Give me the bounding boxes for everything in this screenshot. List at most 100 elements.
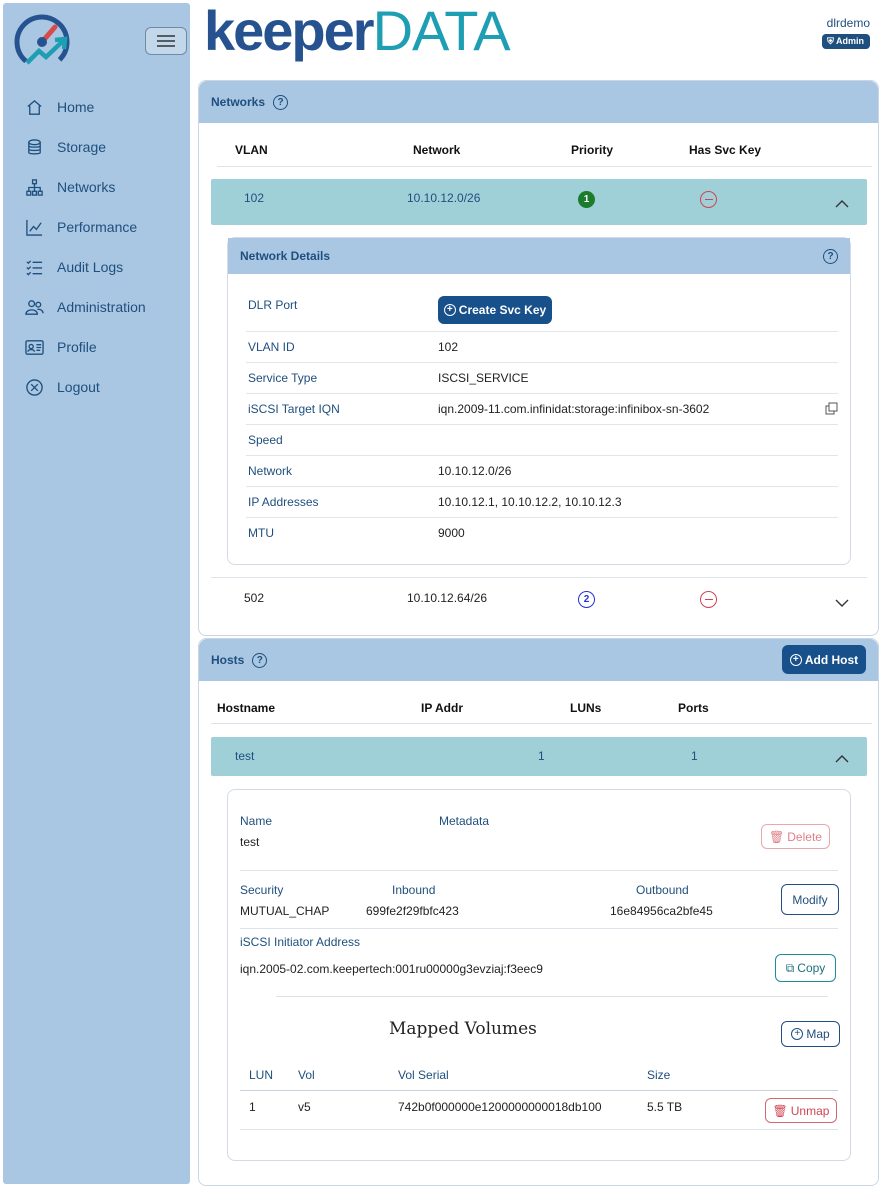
detail-value: 10.10.12.1, 10.10.12.2, 10.10.12.3 — [438, 495, 622, 509]
divider — [240, 928, 838, 929]
volume-name: v5 — [298, 1100, 311, 1114]
sidebar-item-label: Performance — [57, 219, 138, 235]
sidebar-item-logout[interactable]: Logout — [3, 367, 190, 407]
luns-cell: 1 — [538, 749, 545, 763]
col-hostname[interactable]: Hostname — [217, 701, 275, 715]
brand-part1: keeper — [204, 0, 375, 62]
hostname-cell: test — [235, 749, 255, 763]
sidebar-item-label: Administration — [57, 299, 146, 315]
priority-badge: 2 — [578, 591, 595, 608]
hosts-panel: Hosts ? + Add Host Hostname IP Addr LUNs … — [198, 638, 879, 1186]
list-check-icon — [23, 257, 45, 277]
add-host-button[interactable]: + Add Host — [782, 645, 866, 674]
home-icon — [23, 97, 45, 117]
map-button[interactable]: + Map — [781, 1021, 840, 1047]
sidebar-item-networks[interactable]: Networks — [3, 167, 190, 207]
create-svc-key-label: Create Svc Key — [458, 303, 547, 317]
unmap-label: Unmap — [790, 1103, 830, 1118]
role-label: Admin — [836, 36, 864, 46]
plus-circle-icon: + — [791, 1028, 804, 1040]
chevron-up-icon[interactable] — [835, 752, 849, 763]
network-row-expanded[interactable]: 102 10.10.12.0/26 1 — [211, 179, 867, 225]
brand-part2: DATA — [372, 0, 511, 62]
sidebar-item-home[interactable]: Home — [3, 87, 190, 127]
copy-button[interactable]: ⧉ Copy — [775, 954, 836, 982]
col-ports[interactable]: Ports — [678, 701, 709, 715]
add-host-label: Add Host — [804, 652, 859, 667]
initiator-value: iqn.2005-02.com.keepertech:001ru00000g3e… — [240, 962, 543, 976]
sidebar-item-storage[interactable]: Storage — [3, 127, 190, 167]
sidebar-item-label: Networks — [57, 179, 116, 195]
detail-value: iqn.2009-11.com.infinidat:storage:infini… — [438, 402, 710, 416]
detail-row-network: Network 10.10.12.0/26 — [246, 456, 838, 487]
trash-icon: 🗑 — [769, 829, 785, 844]
hosts-panel-header: Hosts ? + Add Host — [199, 639, 878, 681]
outbound-label: Outbound — [636, 883, 689, 897]
priority-badge: 1 — [578, 191, 595, 208]
detail-row-target-iqn: iSCSI Target IQN iqn.2009-11.com.infinid… — [246, 394, 838, 425]
delete-button[interactable]: 🗑 Delete — [761, 824, 830, 849]
network-cell[interactable]: 10.10.12.64/26 — [407, 591, 487, 605]
sidebar-item-profile[interactable]: Profile — [3, 327, 190, 367]
inbound-label: Inbound — [392, 883, 436, 897]
host-row-expanded[interactable]: test 1 1 — [211, 737, 867, 776]
divider — [276, 996, 828, 997]
no-key-icon — [700, 591, 717, 608]
map-label: Map — [806, 1027, 830, 1041]
col-vol-serial[interactable]: Vol Serial — [398, 1068, 449, 1082]
security-value: MUTUAL_CHAP — [240, 904, 330, 918]
volume-size: 5.5 TB — [647, 1100, 683, 1114]
col-has-svc-key[interactable]: Has Svc Key — [689, 143, 761, 157]
detail-value: 10.10.12.0/26 — [438, 464, 512, 478]
sidebar-item-administration[interactable]: Administration — [3, 287, 190, 327]
id-card-icon — [23, 337, 45, 357]
hosts-title: Hosts — [211, 653, 245, 667]
chevron-up-icon[interactable] — [835, 197, 849, 208]
help-icon[interactable]: ? — [252, 652, 268, 668]
sidebar-item-audit-logs[interactable]: Audit Logs — [3, 247, 190, 287]
detail-row-ip-addresses: IP Addresses 10.10.12.1, 10.10.12.2, 10.… — [246, 487, 838, 518]
col-ip-addr[interactable]: IP Addr — [421, 701, 463, 715]
copy-icon[interactable] — [825, 402, 838, 415]
vlan-cell: 102 — [244, 191, 265, 205]
help-icon[interactable]: ? — [273, 94, 289, 110]
hamburger-icon — [157, 35, 175, 47]
sidebar-item-performance[interactable]: Performance — [3, 207, 190, 247]
col-priority[interactable]: Priority — [571, 143, 613, 157]
detail-label: IP Addresses — [248, 495, 319, 509]
col-lun[interactable]: LUN — [249, 1068, 273, 1082]
unmap-button[interactable]: 🗑 Unmap — [765, 1098, 837, 1123]
name-label: Name — [240, 814, 273, 828]
vlan-cell[interactable]: 502 — [244, 591, 264, 605]
volume-serial: 742b0f000000e1200000000018db100 — [398, 1100, 602, 1114]
detail-value: ISCSI_SERVICE — [438, 371, 529, 385]
database-icon — [23, 137, 45, 157]
create-svc-key-button[interactable]: + Create Svc Key — [438, 296, 552, 324]
chart-line-icon — [23, 217, 45, 237]
menu-toggle-button[interactable] — [145, 27, 187, 55]
detail-label: iSCSI Target IQN — [248, 402, 340, 416]
modify-button[interactable]: Modify — [781, 884, 839, 915]
chevron-down-icon[interactable] — [835, 596, 849, 607]
metadata-label: Metadata — [439, 814, 490, 828]
col-size[interactable]: Size — [647, 1068, 670, 1082]
divider — [240, 1090, 838, 1091]
security-label: Security — [240, 883, 284, 897]
help-icon[interactable]: ? — [823, 248, 838, 264]
no-key-icon — [700, 191, 717, 208]
col-network[interactable]: Network — [413, 143, 460, 157]
plus-circle-icon: + — [443, 304, 456, 316]
col-vol[interactable]: Vol — [298, 1068, 315, 1082]
sidebar-item-label: Profile — [57, 339, 97, 355]
network-details-card: Network Details ? DLR Port + Create Svc K… — [227, 237, 851, 565]
sidebar-nav: Home Storage Networks Performance Audit … — [3, 87, 190, 407]
col-vlan[interactable]: VLAN — [235, 143, 268, 157]
detail-row-mtu: MTU 9000 — [246, 518, 838, 549]
network-details-header: Network Details ? — [228, 238, 850, 274]
col-luns[interactable]: LUNs — [570, 701, 601, 715]
sidebar-item-label: Logout — [57, 379, 100, 395]
sidebar-item-label: Storage — [57, 139, 107, 155]
initiator-label: iSCSI Initiator Address — [240, 935, 361, 949]
sidebar-item-label: Audit Logs — [57, 259, 124, 275]
networks-panel-header: Networks ? — [199, 81, 878, 123]
